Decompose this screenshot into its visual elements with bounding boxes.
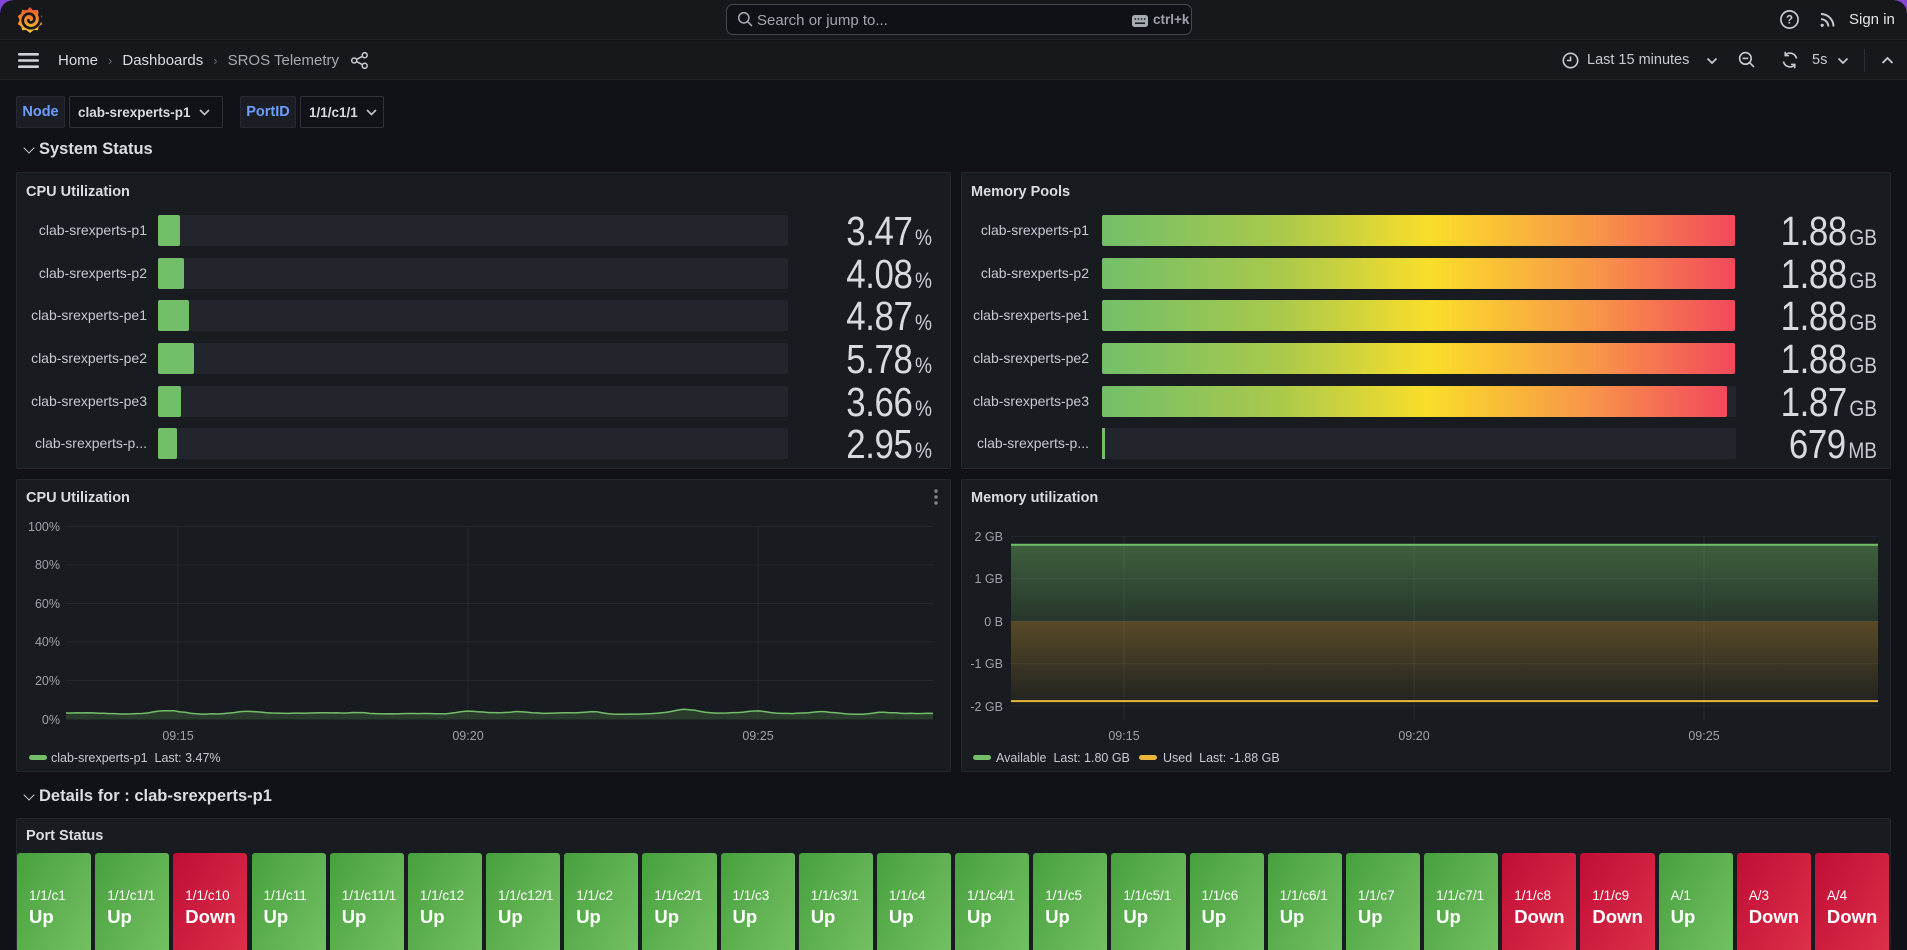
svg-text:?: ?: [1786, 15, 1793, 27]
